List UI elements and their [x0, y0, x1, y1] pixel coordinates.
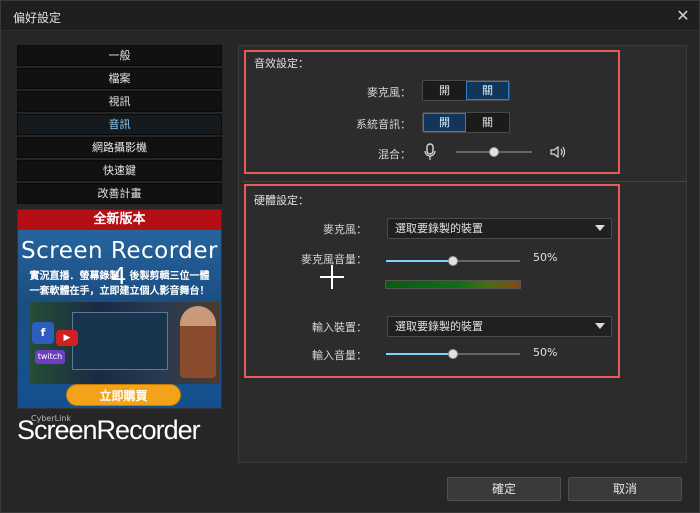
mic-volume-fill — [386, 260, 453, 262]
banner-new-version: 全新版本 — [18, 210, 221, 230]
input-volume-fill — [386, 353, 453, 355]
microphone-icon — [424, 143, 436, 161]
mix-slider-knob[interactable] — [489, 147, 499, 157]
hardware-mic-label: 麥克風： — [323, 223, 367, 236]
window-title: 偏好設定 — [13, 11, 62, 25]
input-device-label: 輸入裝置： — [312, 321, 367, 334]
system-audio-label: 系統音訊： — [356, 118, 411, 131]
system-audio-off-option[interactable]: 關 — [466, 113, 509, 132]
mic-device-select-value: 選取要錄製的裝置 — [395, 222, 483, 235]
system-audio-on-option[interactable]: 開 — [423, 113, 466, 132]
sidebar-item-webcam[interactable]: 網路攝影機 — [17, 137, 222, 158]
mic-volume-value: 50% — [533, 251, 558, 264]
cancel-button[interactable]: 取消 — [568, 477, 682, 501]
input-device-select-value: 選取要錄製的裝置 — [395, 320, 483, 333]
buy-now-button[interactable]: 立即購買 — [66, 384, 181, 406]
sidebar-item-file[interactable]: 檔案 — [17, 68, 222, 89]
input-volume-value: 50% — [533, 346, 558, 359]
brand-logo: ScreenRecorder — [17, 415, 201, 445]
facebook-icon: f — [32, 322, 54, 344]
mic-volume-knob[interactable] — [448, 256, 458, 266]
input-volume-knob[interactable] — [448, 349, 458, 359]
crosshair-cursor-icon — [320, 265, 344, 289]
chevron-down-icon — [595, 225, 605, 231]
speaker-icon — [549, 144, 567, 160]
mic-on-option[interactable]: 開 — [423, 81, 466, 100]
youtube-icon: ▶ — [56, 330, 78, 346]
ok-button[interactable]: 確定 — [447, 477, 561, 501]
title-bar: 偏好設定 ✕ — [1, 1, 699, 31]
banner-person-image — [180, 306, 216, 378]
sidebar-item-video[interactable]: 視訊 — [17, 91, 222, 112]
sidebar-item-improvement-program[interactable]: 改善計畫 — [17, 183, 222, 204]
banner-tagline-1: 實況直播．螢幕錄製．後製剪輯三位一體 — [29, 271, 210, 282]
hardware-settings-title: 硬體設定： — [254, 194, 309, 207]
audio-mic-label: 麥克風： — [367, 86, 411, 99]
mic-level-meter — [385, 280, 521, 289]
sidebar-item-audio[interactable]: 音訊 — [17, 114, 222, 135]
sidebar-nav: 一般 檔案 視訊 音訊 網路攝影機 快速鍵 改善計畫 — [17, 45, 222, 206]
input-device-select[interactable]: 選取要錄製的裝置 — [387, 316, 612, 337]
system-audio-toggle[interactable]: 開 關 — [422, 112, 510, 133]
audio-settings-title: 音效設定： — [254, 57, 309, 70]
banner-screen-image — [72, 312, 168, 370]
close-icon[interactable]: ✕ — [673, 6, 693, 26]
banner-image: f ▶ twitch — [30, 302, 220, 384]
chevron-down-icon — [595, 323, 605, 329]
sidebar-item-general[interactable]: 一般 — [17, 45, 222, 66]
mic-device-select[interactable]: 選取要錄製的裝置 — [387, 218, 612, 239]
section-divider — [242, 181, 687, 182]
mic-toggle[interactable]: 開 關 — [422, 80, 510, 101]
mix-label: 混合： — [378, 148, 411, 161]
input-volume-label: 輸入音量： — [312, 349, 367, 362]
promo-banner[interactable]: 全新版本 Screen Recorder 4 實況直播．螢幕錄製．後製剪輯三位一… — [17, 209, 222, 409]
mic-off-option[interactable]: 關 — [466, 81, 509, 100]
banner-tagline-2: 一套軟體在手，立即建立個人影音舞台！ — [29, 286, 210, 297]
preferences-window: 偏好設定 ✕ 一般 檔案 視訊 音訊 網路攝影機 快速鍵 改善計畫 全新版本 S… — [0, 0, 700, 513]
twitch-icon: twitch — [35, 350, 65, 364]
sidebar-item-hotkeys[interactable]: 快速鍵 — [17, 160, 222, 181]
